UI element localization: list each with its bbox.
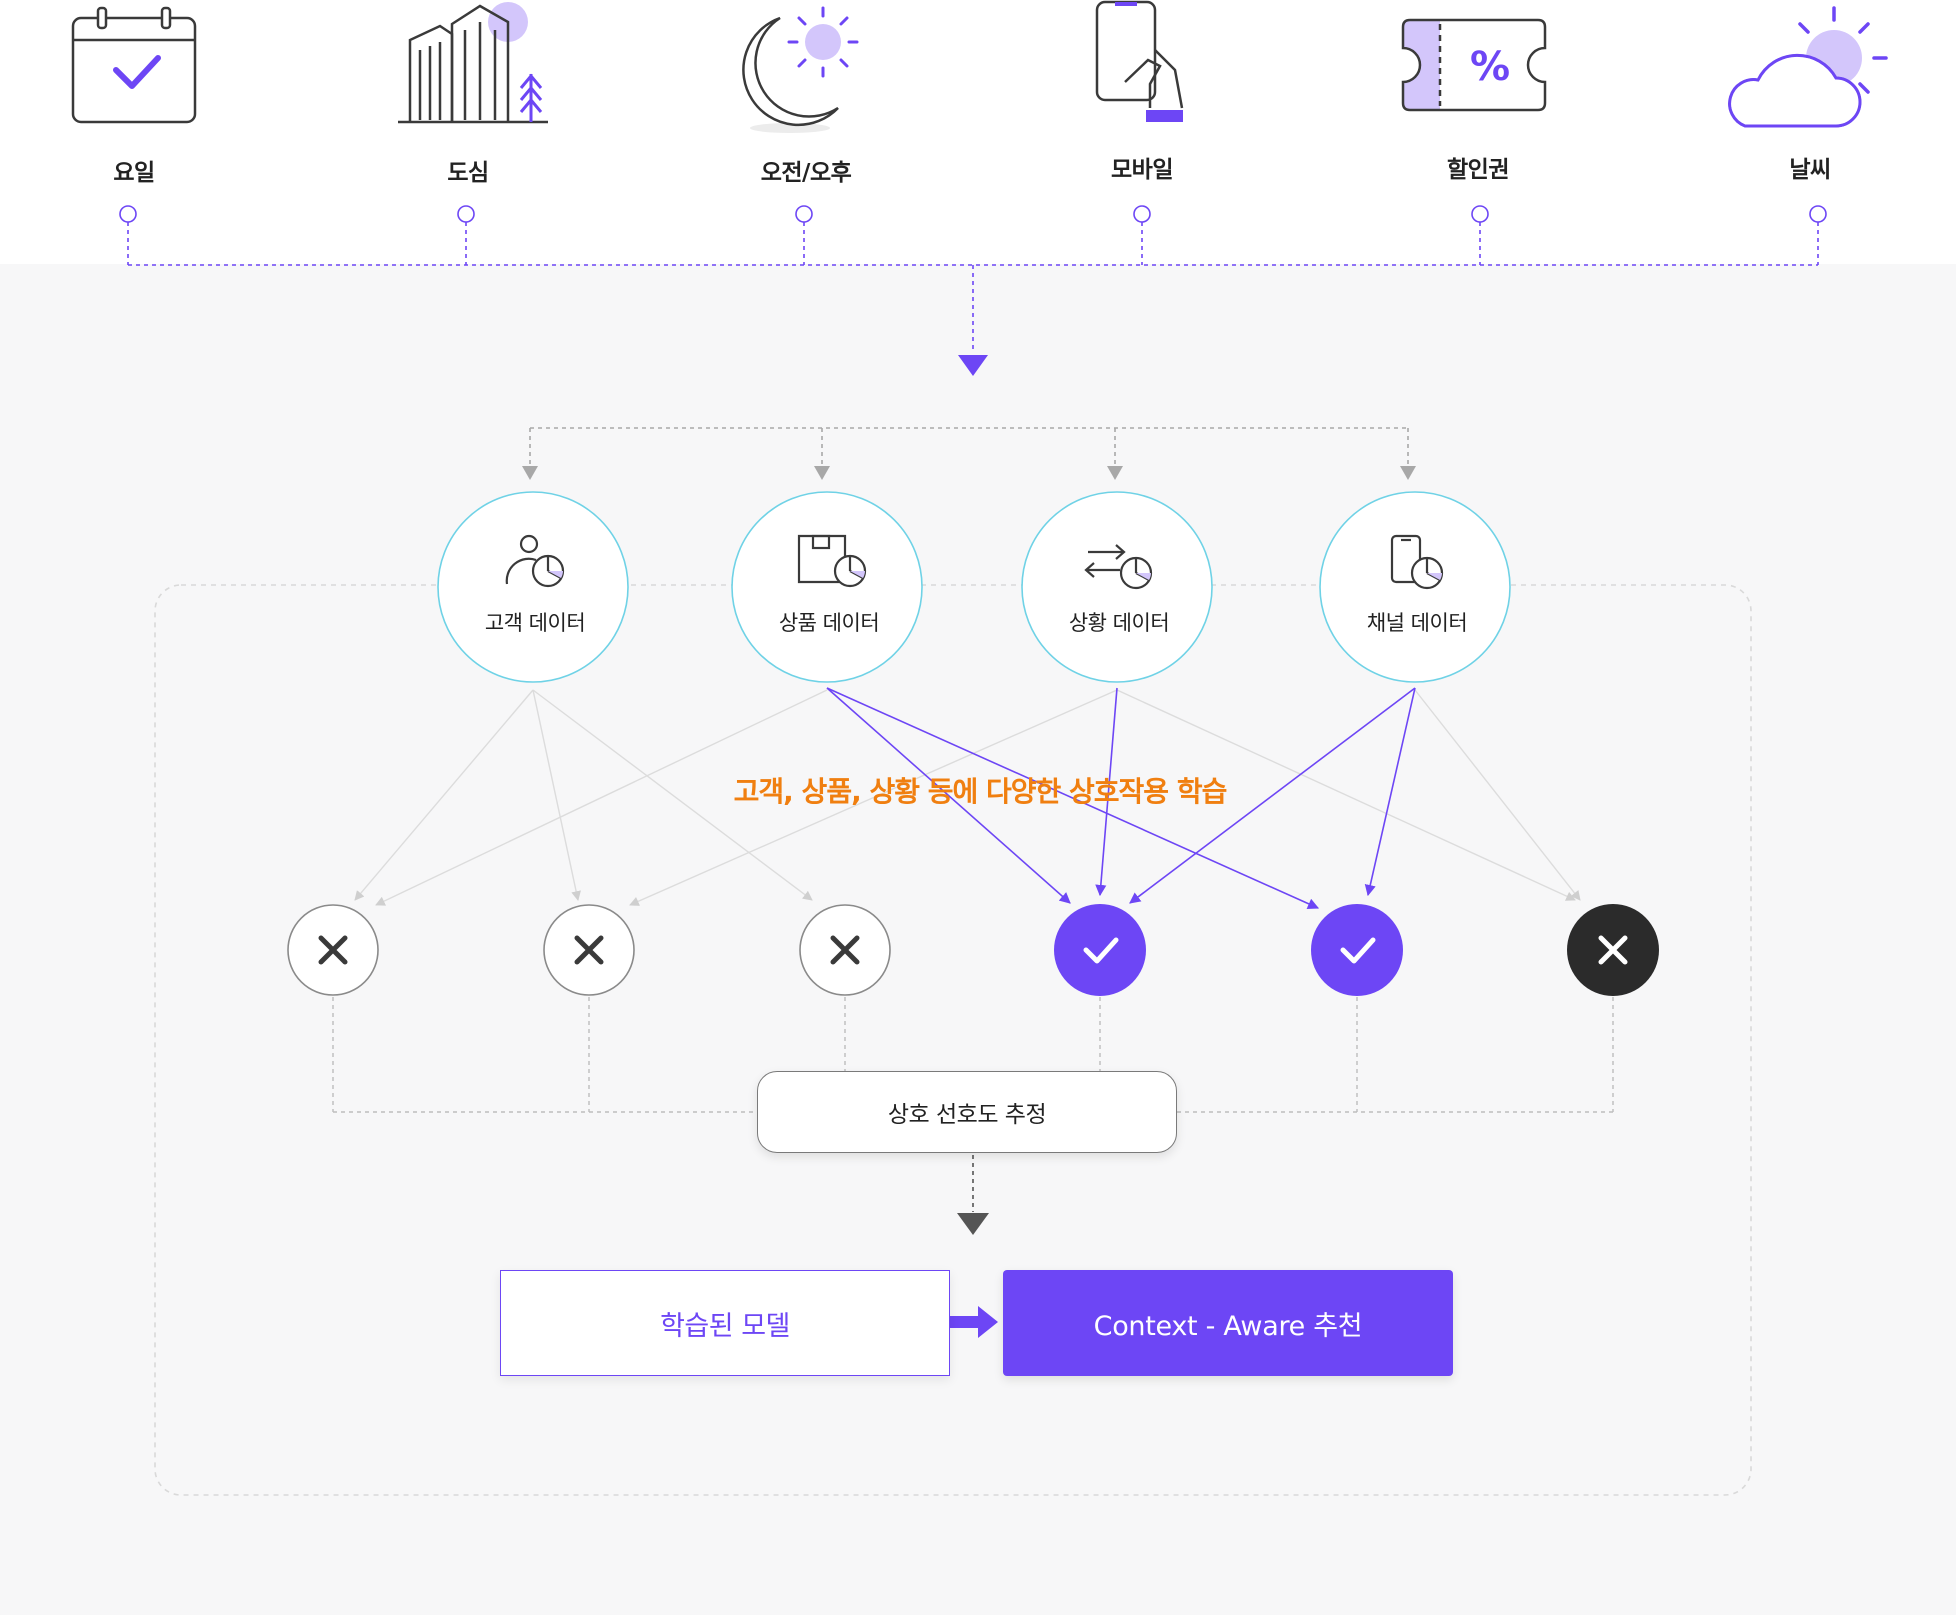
learning-container	[154, 584, 1752, 1496]
data-node-product	[731, 491, 923, 683]
context-label-coupon: 할인권	[1447, 157, 1509, 183]
data-node-channel	[1319, 491, 1511, 683]
data-node-label-customer: 고객 데이터	[484, 611, 586, 635]
result-rejected	[799, 904, 891, 996]
result-rejected	[543, 904, 635, 996]
city-buildings-icon	[398, 2, 548, 124]
context-aware-recommendation-label: Context - Aware 추천	[1093, 1310, 1363, 1342]
context-label-am-pm: 오전/오후	[760, 160, 852, 186]
result-rejected	[287, 904, 379, 996]
preference-estimate-label: 상호 선호도 추정	[887, 1102, 1047, 1128]
mobile-hand-icon	[1095, 0, 1184, 122]
down-arrow-icon	[958, 355, 988, 376]
data-distribution-connector	[529, 427, 1409, 466]
data-node-customer	[437, 491, 629, 683]
calendar-check-icon	[71, 6, 197, 124]
data-node-situation	[1021, 491, 1213, 683]
estimate-down-arrow-icon	[957, 1213, 989, 1235]
result-rejected-dark	[1567, 904, 1659, 996]
context-label-downtown: 도심	[447, 160, 489, 186]
context-label-mobile: 모바일	[1111, 157, 1173, 183]
context-label-weekday: 요일	[113, 160, 155, 186]
context-aware-recommendation-box: Context - Aware 추천	[1003, 1270, 1453, 1376]
moon-sun-icon	[742, 6, 859, 133]
data-node-label-product: 상품 데이터	[778, 611, 880, 635]
discount-coupon-icon: %	[1401, 18, 1547, 112]
result-selected	[1311, 904, 1403, 996]
context-label-weather: 날씨	[1789, 157, 1831, 183]
trained-model-box: 학습된 모델	[500, 1270, 950, 1376]
result-selected	[1054, 904, 1146, 996]
trained-model-label: 학습된 모델	[660, 1310, 790, 1342]
cloud-sun-icon	[1728, 6, 1888, 128]
data-node-label-channel: 채널 데이터	[1366, 611, 1468, 635]
preference-estimate-box: 상호 선호도 추정	[757, 1071, 1177, 1153]
context-connector	[119, 205, 1827, 352]
interaction-caption: 고객, 상품, 상황 등에 다양한 상호작용 학습	[733, 775, 1228, 808]
model-to-recommendation-arrow-icon	[950, 1306, 998, 1338]
svg-text:%: %	[1470, 44, 1510, 90]
distribution-arrowheads	[522, 466, 1416, 480]
data-node-label-situation: 상황 데이터	[1068, 611, 1170, 635]
